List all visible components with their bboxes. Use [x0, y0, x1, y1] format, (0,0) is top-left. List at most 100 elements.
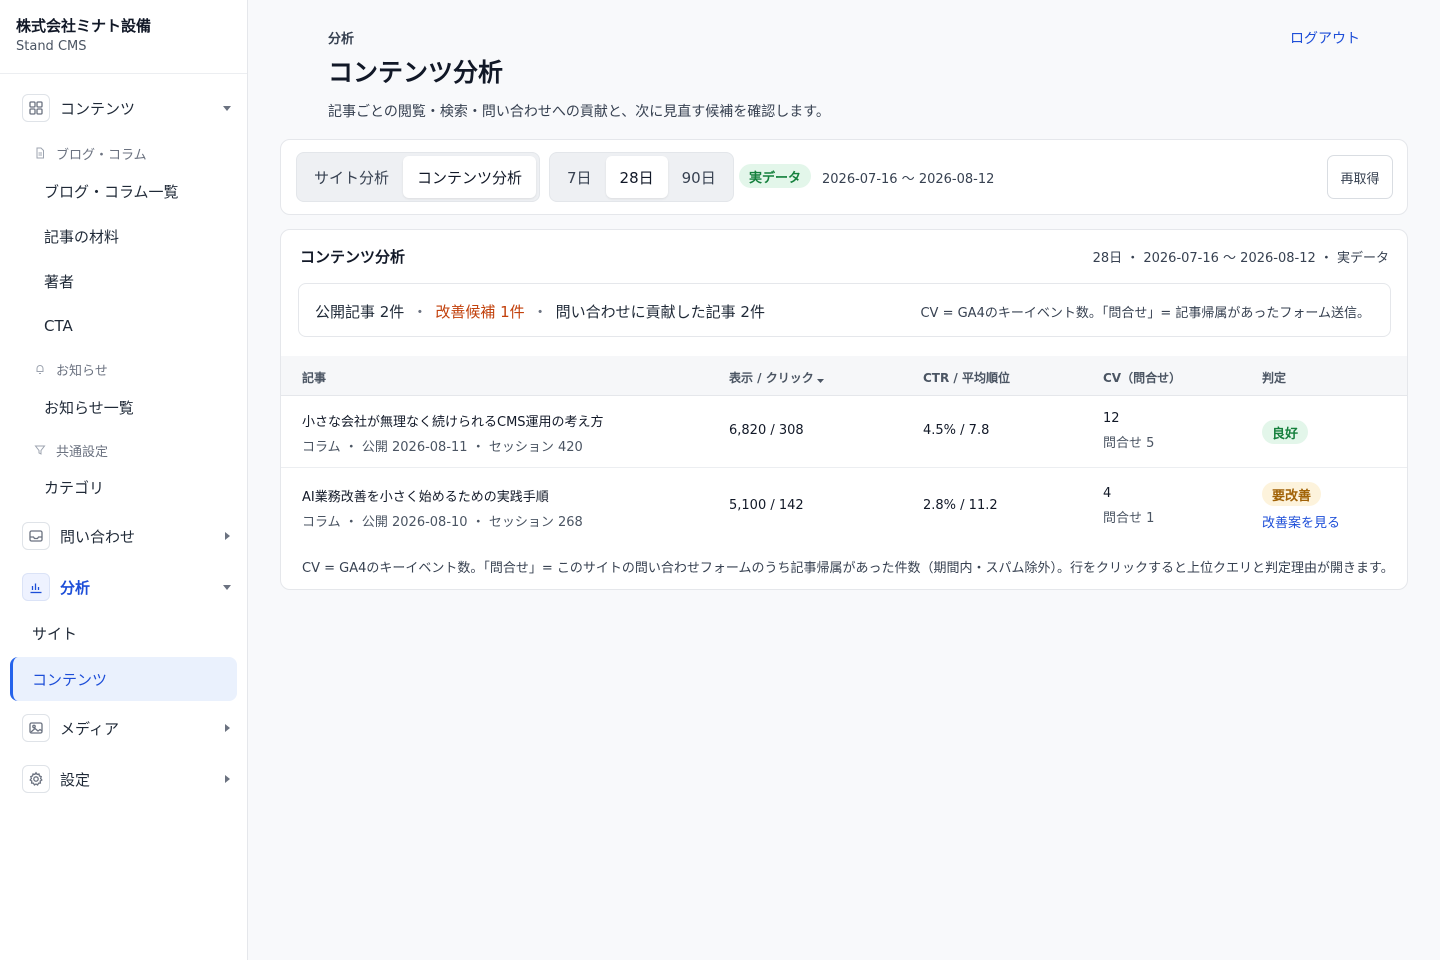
status-badge: 良好	[1262, 420, 1309, 444]
summary-counts: 公開記事 2件・改善候補 1件・問い合わせに貢献した記事 2件	[315, 301, 765, 322]
sidebar: 株式会社ミナト設備 Stand CMS コンテンツ ブログ・コラム ブログ・コラ…	[0, 0, 248, 960]
product-name: Stand CMS	[16, 39, 87, 54]
document-icon	[36, 147, 44, 159]
separator-dot: ・	[532, 303, 548, 321]
nav-section-label: お知らせ	[56, 363, 108, 379]
inquiry-count: 問合せ 1	[1103, 511, 1155, 526]
sidebar-item-contents[interactable]: コンテンツ	[10, 657, 237, 701]
sidebar-item-authors[interactable]: 著者	[44, 269, 74, 293]
cv-value: 4	[1103, 486, 1112, 501]
column-cv: CV（問合せ）	[1103, 371, 1182, 385]
logout-link[interactable]: ログアウト	[1290, 28, 1360, 48]
gear-icon	[22, 765, 50, 793]
brand-name: 株式会社ミナト設備	[16, 17, 152, 35]
caret-right-icon	[222, 774, 232, 784]
tab-site-analysis[interactable]: サイト分析	[300, 156, 403, 198]
sidebar-item-materials[interactable]: 記事の材料	[44, 224, 119, 248]
column-impressions-label: 表示 / クリック	[729, 371, 814, 385]
sort-desc-icon	[816, 372, 824, 386]
nav-group-content[interactable]: コンテンツ	[22, 93, 232, 123]
column-verdict: 判定	[1262, 371, 1287, 385]
nav-section-news: お知らせ	[34, 359, 108, 379]
range-90d[interactable]: 90日	[668, 156, 730, 198]
nav-section-blog: ブログ・コラム	[34, 143, 147, 163]
sidebar-item-category[interactable]: カテゴリ	[44, 475, 104, 499]
article-title: AI業務改善を小さく始めるための実践手順	[302, 490, 549, 505]
nav-group-label: 分析	[60, 578, 91, 597]
panel-meta: 28日 ・ 2026-07-16 〜 2026-08-12 ・ 実データ	[1092, 251, 1389, 266]
brand: 株式会社ミナト設備 Stand CMS	[0, 0, 247, 74]
bell-icon	[36, 365, 44, 374]
sidebar-item-cta[interactable]: CTA	[44, 314, 73, 338]
inquiry-count: 問合せ 5	[1103, 436, 1155, 451]
grid-icon	[22, 94, 50, 122]
article-meta: コラム ・ 公開 2026-08-11 ・ セッション 420	[302, 440, 583, 455]
breadcrumb: 分析	[328, 32, 355, 47]
image-icon	[22, 714, 50, 742]
nav-group-label: コンテンツ	[60, 99, 136, 118]
summary-box: 公開記事 2件・改善候補 1件・問い合わせに貢献した記事 2件 CV = GA4…	[298, 283, 1391, 337]
view-switch: サイト分析 コンテンツ分析	[296, 152, 541, 202]
nav-group-label: 設定	[60, 770, 91, 789]
nav-group-label: メディア	[60, 719, 119, 738]
ctr-cell: 2.8% / 11.2	[923, 498, 998, 513]
impressions-cell: 5,100 / 142	[729, 498, 804, 513]
sidebar-item-news-list[interactable]: お知らせ一覧	[44, 395, 134, 419]
summary-note: CV = GA4のキーイベント数。「問合せ」= 記事帰属があったフォーム送信。	[920, 306, 1370, 321]
ctr-cell: 4.5% / 7.8	[923, 423, 990, 438]
filter-icon	[34, 445, 46, 455]
separator-dot: ・	[412, 303, 428, 321]
nav-section-common: 共通設定	[34, 440, 108, 460]
date-range: 2026-07-16 〜 2026-08-12	[822, 172, 995, 187]
column-article: 記事	[302, 371, 327, 385]
nav-section-label: 共通設定	[56, 444, 109, 460]
verdict-cell: 良好	[1262, 420, 1309, 444]
impressions-cell: 6,820 / 308	[729, 423, 804, 438]
caret-right-icon	[222, 723, 232, 733]
sidebar-item-blog-list[interactable]: ブログ・コラム一覧	[44, 179, 179, 203]
content-analysis-panel: コンテンツ分析 28日 ・ 2026-07-16 〜 2026-08-12 ・ …	[280, 229, 1408, 590]
article-cell: AI業務改善を小さく始めるための実践手順 コラム ・ 公開 2026-08-10…	[302, 486, 583, 530]
view-improvement-link[interactable]: 改善案を見る	[1262, 512, 1340, 531]
caret-down-icon	[222, 103, 232, 113]
nav-group-media[interactable]: メディア	[22, 713, 232, 743]
nav-group-settings[interactable]: 設定	[22, 764, 232, 794]
article-cell: 小さな会社が無理なく続けられるCMS運用の考え方 コラム ・ 公開 2026-0…	[302, 411, 604, 455]
column-impressions[interactable]: 表示 / クリック	[729, 369, 824, 386]
contributed-count: 問い合わせに貢献した記事 2件	[555, 303, 765, 321]
cv-value: 12	[1103, 411, 1120, 426]
refresh-button[interactable]: 再取得	[1327, 155, 1393, 199]
nav-section-label: ブログ・コラム	[56, 147, 147, 163]
column-ctr: CTR / 平均順位	[923, 371, 1010, 385]
table-footnote: CV = GA4のキーイベント数。「問合せ」= このサイトの問い合わせフォームの…	[302, 561, 1394, 576]
table-header: 記事 表示 / クリック CTR / 平均順位 CV（問合せ） 判定	[281, 356, 1407, 396]
cv-cell: 4 問合せ 1	[1103, 486, 1154, 526]
published-count: 公開記事 2件	[315, 303, 405, 321]
sidebar-item-site[interactable]: サイト	[32, 621, 77, 645]
range-28d[interactable]: 28日	[605, 156, 668, 198]
nav-group-analytics[interactable]: 分析	[22, 572, 232, 602]
range-switch: 7日 28日 90日	[549, 152, 734, 202]
nav-group-inquiry[interactable]: 問い合わせ	[22, 521, 232, 551]
page-description: 記事ごとの閲覧・検索・問い合わせへの貢献と、次に見直す候補を確認します。	[328, 104, 830, 120]
article-meta: コラム ・ 公開 2026-08-10 ・ セッション 268	[302, 515, 583, 530]
caret-down-icon	[222, 582, 232, 592]
data-source-badge: 実データ	[739, 164, 812, 188]
panel-title: コンテンツ分析	[300, 248, 406, 266]
article-title: 小さな会社が無理なく続けられるCMS運用の考え方	[302, 415, 604, 430]
nav-group-label: 問い合わせ	[60, 527, 136, 546]
page-title: コンテンツ分析	[328, 58, 504, 87]
range-7d[interactable]: 7日	[553, 156, 606, 198]
filter-toolbar: サイト分析 コンテンツ分析 7日 28日 90日 実データ 2026-07-16…	[280, 139, 1408, 215]
cv-cell: 12 問合せ 5	[1103, 411, 1154, 451]
bar-chart-icon	[22, 573, 50, 601]
verdict-cell: 要改善 改善案を見る	[1262, 482, 1340, 531]
page-header: 分析 コンテンツ分析 記事ごとの閲覧・検索・問い合わせへの貢献と、次に見直す候補…	[328, 28, 1360, 121]
tab-content-analysis[interactable]: コンテンツ分析	[403, 156, 537, 198]
table-row[interactable]: AI業務改善を小さく始めるための実践手順 コラム ・ 公開 2026-08-10…	[281, 468, 1407, 544]
table-row[interactable]: 小さな会社が無理なく続けられるCMS運用の考え方 コラム ・ 公開 2026-0…	[281, 396, 1407, 468]
status-badge: 要改善	[1262, 482, 1322, 506]
candidate-count: 改善候補 1件	[435, 303, 525, 321]
inbox-icon	[22, 522, 50, 550]
caret-right-icon	[222, 531, 232, 541]
